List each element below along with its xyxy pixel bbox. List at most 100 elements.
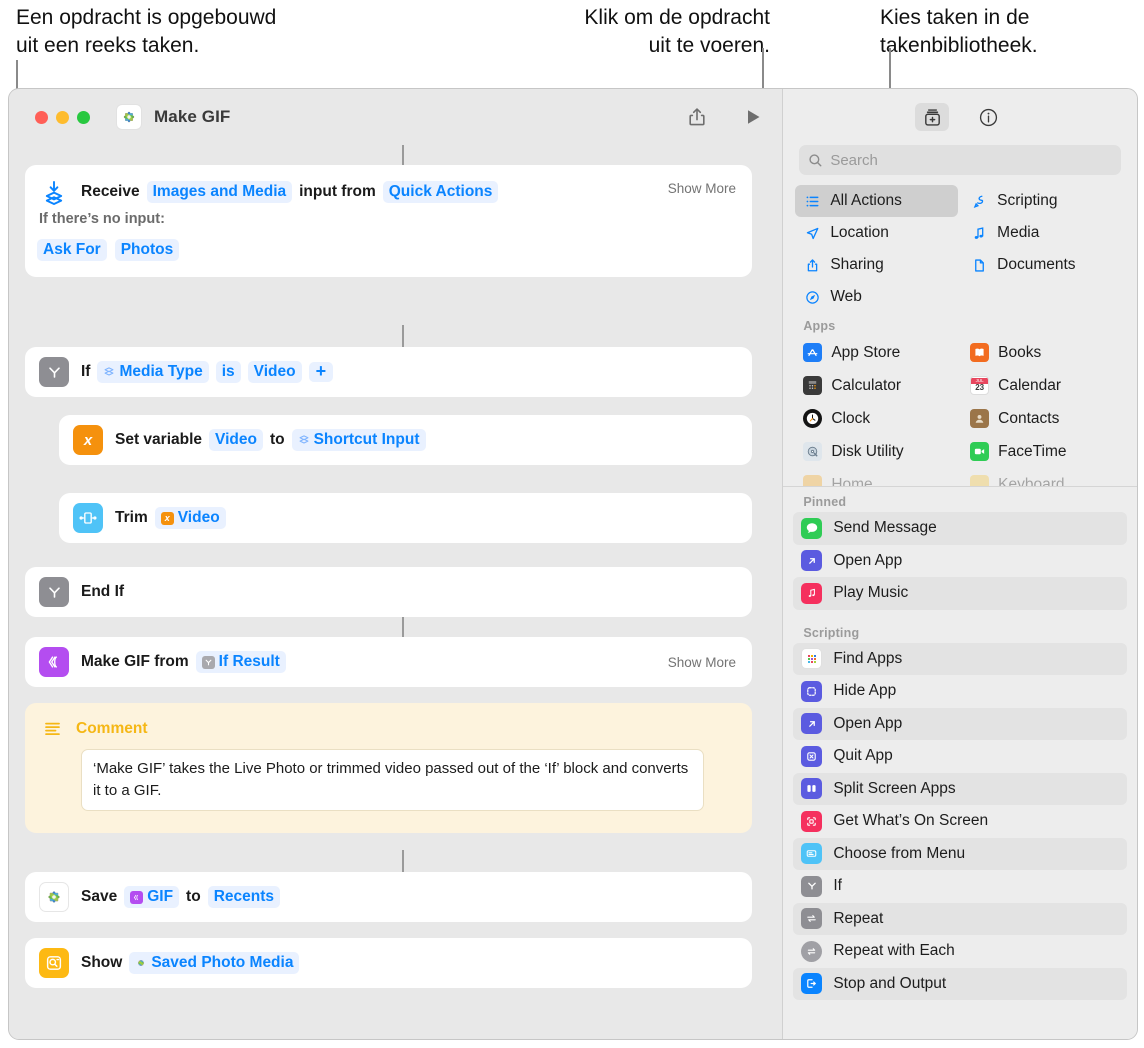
app-item-facetime[interactable]: FaceTime xyxy=(962,435,1125,468)
trim-media-icon xyxy=(73,503,103,533)
list-item-open-app[interactable]: Open App xyxy=(793,707,1127,740)
list-item-send-message[interactable]: Send Message xyxy=(793,512,1127,545)
list-item-label: Choose from Menu xyxy=(833,844,966,862)
comment-text-field[interactable]: ‘Make GIF’ takes the Live Photo or trimm… xyxy=(81,749,704,811)
app-label: App Store xyxy=(831,343,901,361)
music-note-icon xyxy=(970,226,988,241)
add-condition-button[interactable]: + xyxy=(308,361,334,383)
no-input-label: If there’s no input: xyxy=(39,211,165,227)
list-item-repeat-with-each[interactable]: Repeat with Each xyxy=(793,935,1127,968)
app-item-disk-utility[interactable]: Disk Utility xyxy=(795,435,958,468)
end-if-action[interactable]: End If xyxy=(25,567,752,617)
list-item-label: Hide App xyxy=(833,682,897,700)
condition-operator-token[interactable]: is xyxy=(215,361,241,383)
traffic-lights[interactable] xyxy=(35,110,90,124)
show-more-button[interactable]: Show More xyxy=(668,181,736,196)
category-scripting[interactable]: Scripting xyxy=(962,185,1125,217)
category-web[interactable]: Web xyxy=(795,281,958,313)
shortcut-input-token-label: Shortcut Input xyxy=(313,431,420,448)
app-item-app-store[interactable]: App Store xyxy=(795,336,958,369)
pinned-list: Send Message Open App Play Music xyxy=(783,512,1137,610)
media-type-token[interactable]: Media Type xyxy=(97,361,209,383)
calendar-icon: JUL 23 xyxy=(970,376,990,395)
set-variable-action[interactable]: x Set variable Video to Shortcut Input xyxy=(59,415,752,465)
list-item-label: Repeat with Each xyxy=(833,942,955,960)
list-item-stop-and-output[interactable]: Stop and Output xyxy=(793,967,1127,1000)
list-item-label: Play Music xyxy=(833,584,909,602)
category-media[interactable]: Media xyxy=(962,217,1125,249)
save-to-photo-album-action[interactable]: Save GIF to Recents xyxy=(25,872,752,922)
if-result-token[interactable]: If Result xyxy=(195,651,286,673)
comment-action[interactable]: Comment ‘Make GIF’ takes the Live Photo … xyxy=(25,703,752,833)
if-icon xyxy=(39,357,69,387)
app-item-partial[interactable]: Home xyxy=(795,468,958,486)
list-item-open-app[interactable]: Open App xyxy=(793,545,1127,578)
variable-name-token[interactable]: Video xyxy=(209,429,263,451)
list-item-label: If xyxy=(833,877,842,895)
input-type-token[interactable]: Images and Media xyxy=(146,181,293,203)
trim-action[interactable]: Trim x Video xyxy=(59,493,752,543)
window-titlebar: Make GIF xyxy=(9,89,782,145)
category-label: Web xyxy=(830,288,862,305)
list-item-hide-app[interactable]: Hide App xyxy=(793,675,1127,708)
connector-line xyxy=(402,850,404,872)
app-label: Home xyxy=(831,475,873,487)
category-sharing[interactable]: Sharing xyxy=(795,249,958,281)
app-item-contacts[interactable]: Contacts xyxy=(962,402,1125,435)
list-item-play-music[interactable]: Play Music xyxy=(793,577,1127,610)
category-documents[interactable]: Documents xyxy=(962,249,1125,281)
play-icon[interactable] xyxy=(740,104,766,130)
ask-for-token[interactable]: Ask For xyxy=(37,239,107,261)
category-location[interactable]: Location xyxy=(795,217,958,249)
calculator-icon xyxy=(803,376,823,395)
app-item-calendar[interactable]: JUL 23 Calendar xyxy=(962,369,1125,402)
photos-token[interactable]: Photos xyxy=(114,239,180,261)
zoom-window-button[interactable] xyxy=(77,110,90,124)
category-all-actions[interactable]: All Actions xyxy=(795,185,959,217)
page-title: Make GIF xyxy=(154,107,231,126)
receive-input-action[interactable]: Receive Images and Media input from Quic… xyxy=(25,165,752,277)
close-window-button[interactable] xyxy=(35,110,48,124)
save-middle-label: to xyxy=(186,888,201,905)
condition-value-token[interactable]: Video xyxy=(247,361,302,383)
photos-icon xyxy=(116,104,142,130)
callout-run: Klik om de opdracht uit te voeren. xyxy=(584,6,770,57)
saved-photo-media-token[interactable]: Saved Photo Media xyxy=(129,952,300,974)
quick-look-action[interactable]: Show Saved Photo Media xyxy=(25,938,752,988)
app-item-calculator[interactable]: Calculator xyxy=(795,369,958,402)
shortcut-input-token[interactable]: Shortcut Input xyxy=(291,429,426,451)
album-token[interactable]: Recents xyxy=(207,886,280,908)
list-item-label: Quit App xyxy=(833,747,893,765)
if-action[interactable]: If Media Type is Video + xyxy=(25,347,752,397)
action-library-icon[interactable] xyxy=(915,103,950,131)
info-icon[interactable] xyxy=(971,103,1005,131)
list-item-choose-from-menu[interactable]: Choose from Menu xyxy=(793,837,1127,870)
share-icon xyxy=(803,258,821,273)
gif-variable-token[interactable]: GIF xyxy=(124,886,180,908)
list-item-split-screen-apps[interactable]: Split Screen Apps xyxy=(793,772,1127,805)
comment-header: Comment xyxy=(43,719,147,738)
list-item-repeat[interactable]: Repeat xyxy=(793,902,1127,935)
list-item-label: Split Screen Apps xyxy=(833,779,956,797)
share-icon[interactable] xyxy=(684,104,710,130)
app-item-partial[interactable]: Keyboard xyxy=(962,468,1125,486)
connector-line xyxy=(402,617,404,637)
disk-utility-icon xyxy=(803,442,823,461)
list-item-find-apps[interactable]: Find Apps xyxy=(793,642,1127,675)
set-variable-prefix-label: Set variable xyxy=(115,431,203,448)
list-item-if[interactable]: If xyxy=(793,870,1127,903)
list-item-quit-app[interactable]: Quit App xyxy=(793,740,1127,773)
input-source-token[interactable]: Quick Actions xyxy=(382,181,499,203)
set-variable-middle-label: to xyxy=(269,431,285,448)
show-more-button[interactable]: Show More xyxy=(668,655,736,670)
make-gif-action[interactable]: Make GIF from If Result Show More xyxy=(25,637,752,687)
comment-title: Comment xyxy=(76,719,148,737)
minimize-window-button[interactable] xyxy=(56,110,69,124)
app-item-books[interactable]: Books xyxy=(962,336,1125,369)
list-item-get-whats-on-screen[interactable]: Get What’s On Screen xyxy=(793,805,1127,838)
app-item-clock[interactable]: Clock xyxy=(795,402,958,435)
list-item-label: Stop and Output xyxy=(833,974,947,992)
trim-video-variable-token[interactable]: x Video xyxy=(154,507,226,529)
search-input[interactable]: Search xyxy=(799,145,1121,175)
no-input-options: Ask For Photos xyxy=(37,239,180,261)
